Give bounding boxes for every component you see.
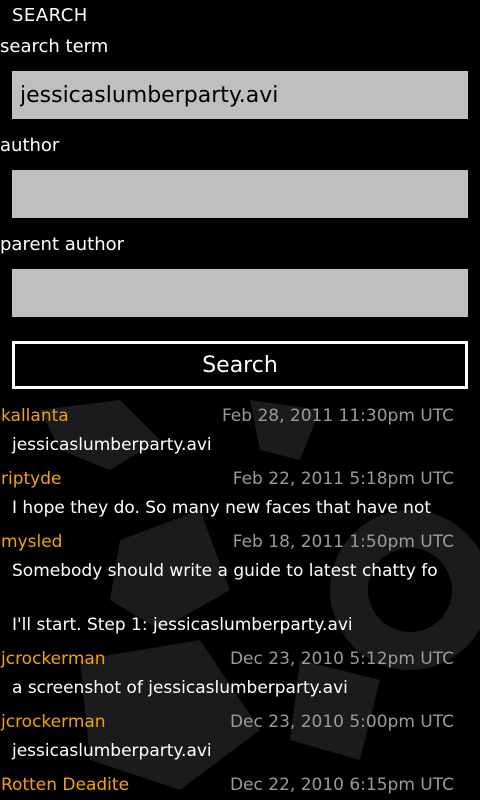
result-date: Feb 28, 2011 11:30pm UTC: [221, 406, 454, 426]
result-text: I'll start. Step 1: jessicaslumberparty.…: [12, 615, 353, 635]
result-date: Dec 22, 2010 6:15pm UTC: [229, 775, 454, 795]
result-text-blank: [12, 585, 444, 612]
result-item[interactable]: jcrockerman Dec 23, 2010 5:00pm UTC jess…: [0, 706, 480, 765]
result-author[interactable]: mysled: [0, 532, 62, 552]
result-date: Dec 23, 2010 5:00pm UTC: [229, 712, 454, 732]
result-date: Feb 18, 2011 1:50pm UTC: [232, 532, 454, 552]
result-date: Dec 23, 2010 5:12pm UTC: [229, 649, 454, 669]
result-author[interactable]: Rotten Deadite: [0, 775, 129, 795]
result-item[interactable]: Rotten Deadite Dec 22, 2010 6:15pm UTC: [0, 769, 480, 800]
page-title: SEARCH: [12, 5, 88, 26]
search-term-label: search term: [0, 36, 109, 57]
result-item[interactable]: kallanta Feb 28, 2011 11:30pm UTC jessic…: [0, 400, 480, 459]
result-text: a screenshot of jessicaslumberparty.avi: [12, 678, 348, 698]
author-label: author: [0, 135, 60, 156]
result-item[interactable]: mysled Feb 18, 2011 1:50pm UTC Somebody …: [0, 526, 480, 639]
parent-author-label: parent author: [0, 234, 125, 255]
result-item[interactable]: jcrockerman Dec 23, 2010 5:12pm UTC a sc…: [0, 643, 480, 702]
author-input[interactable]: [12, 170, 468, 218]
result-author[interactable]: riptyde: [0, 469, 61, 489]
result-date: Feb 22, 2011 5:18pm UTC: [232, 469, 454, 489]
result-text: Somebody should write a guide to latest …: [12, 561, 438, 581]
search-term-input[interactable]: [12, 71, 468, 119]
parent-author-input[interactable]: [12, 269, 468, 317]
result-item[interactable]: riptyde Feb 22, 2011 5:18pm UTC I hope t…: [0, 463, 480, 522]
result-author[interactable]: kallanta: [0, 406, 69, 426]
search-button[interactable]: Search: [12, 341, 468, 389]
result-text: jessicaslumberparty.avi: [12, 435, 212, 455]
result-text: I hope they do. So many new faces that h…: [12, 498, 432, 518]
result-author[interactable]: jcrockerman: [0, 649, 106, 669]
results-list: kallanta Feb 28, 2011 11:30pm UTC jessic…: [0, 400, 480, 800]
result-text: jessicaslumberparty.avi: [12, 741, 212, 761]
result-author[interactable]: jcrockerman: [0, 712, 106, 732]
